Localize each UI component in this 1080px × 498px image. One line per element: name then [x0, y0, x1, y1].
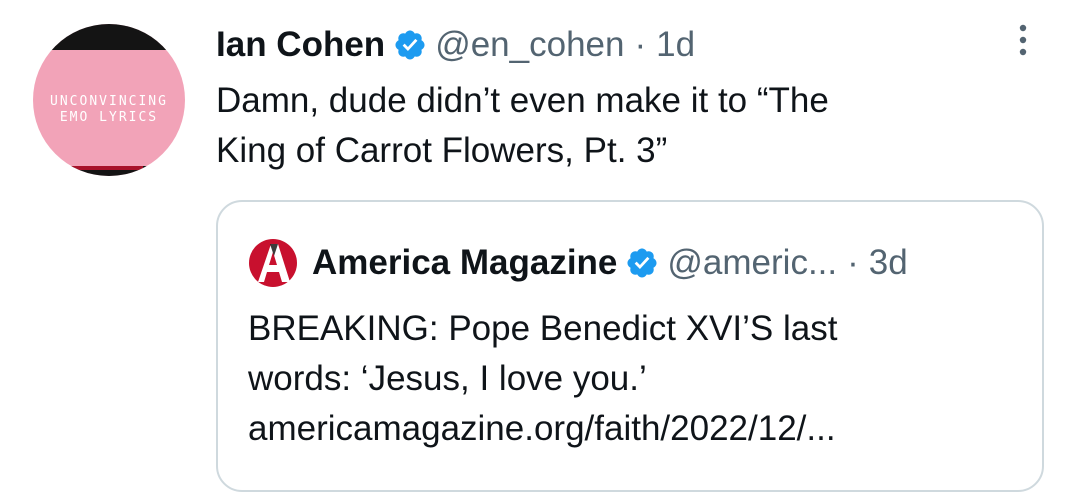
quote-link[interactable]: americamagazine.org/faith/2022/12/... [248, 404, 1028, 454]
avatar-bottom-band [33, 166, 185, 176]
avatar-red-stripe [63, 166, 143, 170]
america-magazine-logo-icon[interactable] [248, 238, 298, 288]
tweet-text-line1: Damn, dude didn’t even make it to “The [216, 81, 829, 120]
quote-header: America Magazine @americ... · 3d [248, 238, 908, 288]
avatar[interactable]: UNCONVINCING EMO LYRICS [33, 24, 185, 176]
quote-tweet-card[interactable]: America Magazine @americ... · 3d BREAKIN… [216, 200, 1044, 492]
quote-text: BREAKING: Pope Benedict XVI’S last words… [248, 304, 1028, 454]
avatar-text-line2: EMO LYRICS [59, 110, 159, 125]
author-handle[interactable]: @en_cohen [435, 25, 624, 65]
quote-text-line2: words: ‘Jesus, I love you.’ [248, 359, 647, 398]
quote-timestamp[interactable]: 3d [869, 243, 908, 283]
tweet-text: Damn, dude didn’t even make it to “The K… [216, 76, 1036, 176]
avatar-top-band [33, 24, 185, 50]
quote-header-separator: · [847, 243, 859, 282]
avatar-text-line1: UNCONVINCING [50, 94, 168, 109]
header-separator: · [634, 25, 647, 64]
more-vertical-icon[interactable] [1010, 20, 1036, 60]
quote-text-line1: BREAKING: Pope Benedict XVI’S last [248, 309, 838, 348]
quote-author-handle[interactable]: @americ... [667, 243, 837, 283]
author-display-name[interactable]: Ian Cohen [216, 25, 385, 65]
quote-author-display-name[interactable]: America Magazine [312, 243, 617, 283]
verified-badge-icon [627, 248, 657, 278]
tweet-view: UNCONVINCING EMO LYRICS Ian Cohen @en_co… [0, 0, 1080, 498]
tweet-header: Ian Cohen @en_cohen · 1d [216, 22, 695, 68]
tweet-text-line2: King of Carrot Flowers, Pt. 3” [216, 131, 668, 170]
tweet-timestamp[interactable]: 1d [656, 25, 695, 65]
verified-badge-icon [395, 30, 425, 60]
